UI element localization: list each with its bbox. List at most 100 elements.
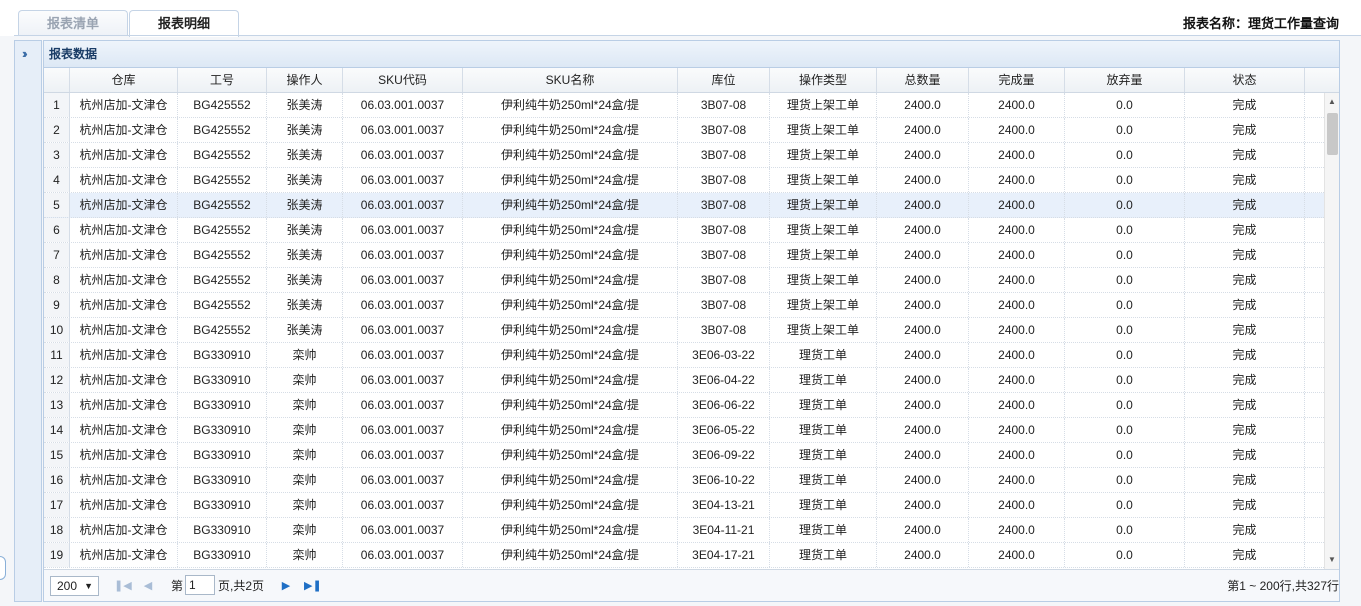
cell-done-qty: 2400.0 <box>969 543 1065 567</box>
cell-operation-type: 理货上架工单 <box>770 168 877 192</box>
column-header-row-number <box>44 68 70 92</box>
page-size-select[interactable]: 200 ▼ <box>50 576 99 596</box>
cell-done-qty: 2400.0 <box>969 243 1065 267</box>
table-row[interactable]: 9 杭州店加-文津仓 BG425552 张美涛 06.03.001.0037 伊利纯牛奶2… <box>44 293 1324 318</box>
cell-sku-name: 伊利纯牛奶250ml*24盒/提 <box>463 168 678 192</box>
cell-done-qty: 2400.0 <box>969 368 1065 392</box>
cell-operation-type: 理货上架工单 <box>770 293 877 317</box>
table-row[interactable]: 4 杭州店加-文津仓 BG425552 张美涛 06.03.001.0037 伊利纯牛奶2… <box>44 168 1324 193</box>
table-row[interactable]: 12 杭州店加-文津仓 BG330910 栾帅 06.03.001.0037 伊利纯牛奶2… <box>44 368 1324 393</box>
prev-page-icon[interactable]: ◀ <box>140 578 156 594</box>
cell-sku-name: 伊利纯牛奶250ml*24盒/提 <box>463 293 678 317</box>
column-header-done-qty[interactable]: 完成量 <box>969 68 1065 92</box>
cell-total-qty: 2400.0 <box>877 468 969 492</box>
cell-warehouse: 杭州店加-文津仓 <box>70 193 178 217</box>
column-header-abandoned-qty[interactable]: 放弃量 <box>1065 68 1185 92</box>
column-header-sku-name[interactable]: SKU名称 <box>463 68 678 92</box>
cell-employee-id: BG330910 <box>178 368 267 392</box>
cell-row-number: 13 <box>44 393 70 417</box>
table-row[interactable]: 16 杭州店加-文津仓 BG330910 栾帅 06.03.001.0037 伊利纯牛奶2… <box>44 468 1324 493</box>
table-row[interactable]: 19 杭州店加-文津仓 BG330910 栾帅 06.03.001.0037 伊利纯牛奶2… <box>44 543 1324 568</box>
column-header-operation-type[interactable]: 操作类型 <box>770 68 877 92</box>
cell-operation-type: 理货上架工单 <box>770 318 877 342</box>
page-number-input[interactable]: 1 <box>185 575 215 595</box>
last-page-icon[interactable]: ▶❚ <box>304 578 322 594</box>
cell-location: 3E06-09-22 <box>678 443 770 467</box>
column-header-warehouse[interactable]: 仓库 <box>70 68 178 92</box>
cell-abandoned-qty: 0.0 <box>1065 518 1185 542</box>
column-header-operator[interactable]: 操作人 <box>267 68 343 92</box>
column-header-location[interactable]: 库位 <box>678 68 770 92</box>
table-row[interactable]: 5 杭州店加-文津仓 BG425552 张美涛 06.03.001.0037 伊利纯牛奶2… <box>44 193 1324 218</box>
first-page-icon[interactable]: ❚◀ <box>114 578 132 594</box>
cell-done-qty: 2400.0 <box>969 268 1065 292</box>
tab-bar: 报表清单 报表明细 报表名称：理货工作量查询 <box>0 0 1361 37</box>
tab-report-detail[interactable]: 报表明细 <box>129 10 239 37</box>
cell-status: 完成 <box>1185 443 1305 467</box>
cell-total-qty: 2400.0 <box>877 418 969 442</box>
table-row[interactable]: 1 杭州店加-文津仓 BG425552 张美涛 06.03.001.0037 伊利纯牛奶2… <box>44 93 1324 118</box>
cell-sku-name: 伊利纯牛奶250ml*24盒/提 <box>463 243 678 267</box>
cell-sku-code: 06.03.001.0037 <box>343 268 463 292</box>
cell-done-qty: 2400.0 <box>969 518 1065 542</box>
column-header-total-qty[interactable]: 总数量 <box>877 68 969 92</box>
scroll-down-icon[interactable]: ▼ <box>1325 553 1339 567</box>
cell-sku-name: 伊利纯牛奶250ml*24盒/提 <box>463 268 678 292</box>
dropdown-arrow-icon: ▼ <box>84 581 93 591</box>
table-row[interactable]: 14 杭州店加-文津仓 BG330910 栾帅 06.03.001.0037 伊利纯牛奶2… <box>44 418 1324 443</box>
side-handle[interactable] <box>0 556 6 580</box>
cell-total-qty: 2400.0 <box>877 318 969 342</box>
collapsed-sidebar[interactable]: ›› <box>14 40 42 602</box>
cell-operation-type: 理货工单 <box>770 343 877 367</box>
cell-sku-code: 06.03.001.0037 <box>343 418 463 442</box>
table-row[interactable]: 15 杭州店加-文津仓 BG330910 栾帅 06.03.001.0037 伊利纯牛奶2… <box>44 443 1324 468</box>
scroll-thumb[interactable] <box>1327 113 1338 155</box>
column-header-status[interactable]: 状态 <box>1185 68 1305 92</box>
cell-operation-type: 理货工单 <box>770 443 877 467</box>
column-header-employee-id[interactable]: 工号 <box>178 68 267 92</box>
vertical-scrollbar[interactable]: ▲ ▼ <box>1324 93 1339 569</box>
cell-warehouse: 杭州店加-文津仓 <box>70 368 178 392</box>
tab-report-list[interactable]: 报表清单 <box>18 10 128 36</box>
cell-abandoned-qty: 0.0 <box>1065 118 1185 142</box>
cell-warehouse: 杭州店加-文津仓 <box>70 268 178 292</box>
table-row[interactable]: 7 杭州店加-文津仓 BG425552 张美涛 06.03.001.0037 伊利纯牛奶2… <box>44 243 1324 268</box>
cell-abandoned-qty: 0.0 <box>1065 368 1185 392</box>
cell-warehouse: 杭州店加-文津仓 <box>70 293 178 317</box>
cell-done-qty: 2400.0 <box>969 468 1065 492</box>
cell-status: 完成 <box>1185 118 1305 142</box>
table-row[interactable]: 17 杭州店加-文津仓 BG330910 栾帅 06.03.001.0037 伊利纯牛奶2… <box>44 493 1324 518</box>
cell-row-number: 14 <box>44 418 70 442</box>
cell-row-number: 12 <box>44 368 70 392</box>
table-row[interactable]: 13 杭州店加-文津仓 BG330910 栾帅 06.03.001.0037 伊利纯牛奶2… <box>44 393 1324 418</box>
cell-operator: 栾帅 <box>267 543 343 567</box>
page-size-value: 200 <box>57 579 78 593</box>
table-row[interactable]: 11 杭州店加-文津仓 BG330910 栾帅 06.03.001.0037 伊利纯牛奶2… <box>44 343 1324 368</box>
cell-location: 3E06-06-22 <box>678 393 770 417</box>
cell-abandoned-qty: 0.0 <box>1065 443 1185 467</box>
cell-abandoned-qty: 0.0 <box>1065 293 1185 317</box>
grid-header: 仓库 工号 操作人 SKU代码 SKU名称 库位 操作类型 总数量 完成量 放弃量 状态 <box>44 68 1339 93</box>
cell-status: 完成 <box>1185 318 1305 342</box>
table-row[interactable]: 8 杭州店加-文津仓 BG425552 张美涛 06.03.001.0037 伊利纯牛奶2… <box>44 268 1324 293</box>
table-row[interactable]: 10 杭州店加-文津仓 BG425552 张美涛 06.03.001.0037 伊利纯牛奶… <box>44 318 1324 343</box>
cell-total-qty: 2400.0 <box>877 518 969 542</box>
cell-total-qty: 2400.0 <box>877 343 969 367</box>
scroll-up-icon[interactable]: ▲ <box>1325 95 1339 109</box>
cell-employee-id: BG425552 <box>178 193 267 217</box>
cell-employee-id: BG330910 <box>178 443 267 467</box>
cell-location: 3B07-08 <box>678 243 770 267</box>
cell-status: 完成 <box>1185 268 1305 292</box>
table-row[interactable]: 2 杭州店加-文津仓 BG425552 张美涛 06.03.001.0037 伊利纯牛奶2… <box>44 118 1324 143</box>
double-chevron-right-icon[interactable]: ›› <box>22 46 27 61</box>
cell-sku-code: 06.03.001.0037 <box>343 343 463 367</box>
next-page-icon[interactable]: ▶ <box>278 578 294 594</box>
cell-sku-name: 伊利纯牛奶250ml*24盒/提 <box>463 543 678 567</box>
cell-operation-type: 理货工单 <box>770 393 877 417</box>
table-row[interactable]: 18 杭州店加-文津仓 BG330910 栾帅 06.03.001.0037 伊利纯牛奶2… <box>44 518 1324 543</box>
table-row[interactable]: 6 杭州店加-文津仓 BG425552 张美涛 06.03.001.0037 伊利纯牛奶2… <box>44 218 1324 243</box>
column-header-sku-code[interactable]: SKU代码 <box>343 68 463 92</box>
cell-abandoned-qty: 0.0 <box>1065 143 1185 167</box>
table-row[interactable]: 3 杭州店加-文津仓 BG425552 张美涛 06.03.001.0037 伊利纯牛奶2… <box>44 143 1324 168</box>
cell-done-qty: 2400.0 <box>969 143 1065 167</box>
